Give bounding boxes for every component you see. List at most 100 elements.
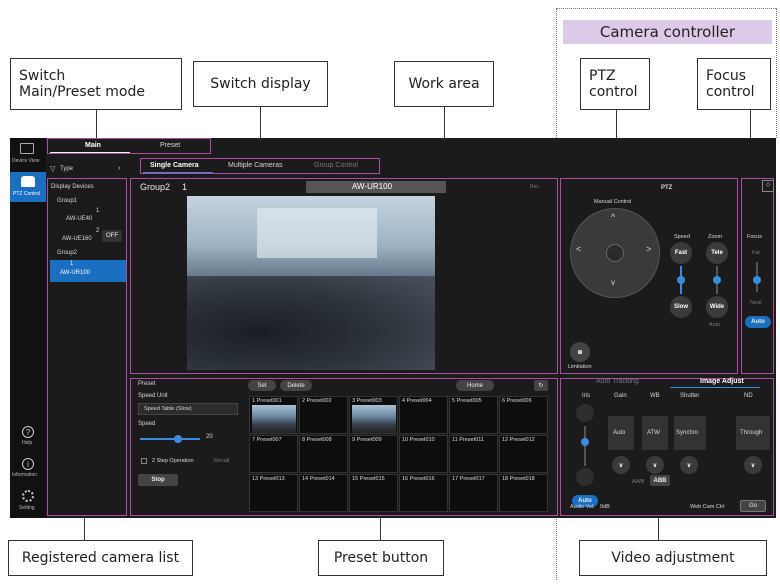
setting-nav[interactable]: Setting	[10, 488, 46, 516]
awb-label[interactable]: AWB	[632, 479, 644, 485]
preset-slot-11[interactable]: 11 Preset011	[449, 435, 498, 473]
two-step-checkbox[interactable]	[141, 458, 147, 464]
home-button[interactable]: Home	[456, 380, 494, 391]
chevron-up-icon[interactable]: ^	[611, 212, 615, 222]
speed-table-value: Speed Table (Slow)	[144, 406, 192, 412]
preset-slot-6[interactable]: 6 Preset006	[499, 396, 548, 434]
preset-slot-2[interactable]: 2 Preset002	[299, 396, 348, 434]
speed-slider-track[interactable]	[140, 438, 200, 440]
go-button[interactable]: Go	[740, 500, 766, 512]
tab-auto-tracking[interactable]: Auto Tracking	[596, 378, 639, 385]
limitation-button[interactable]: ⊕	[570, 342, 590, 362]
fast-button[interactable]: Fast	[670, 242, 692, 264]
wide-button[interactable]: Wide	[706, 296, 728, 318]
abb-button[interactable]: ABB	[650, 475, 670, 486]
preset-slot-7[interactable]: 7 Preset007	[249, 435, 298, 473]
callout-ptz-control: PTZ control	[580, 58, 650, 110]
refresh-button[interactable]: ↻	[534, 380, 548, 391]
shutter-down-button[interactable]: ∨	[680, 456, 698, 474]
collapse-icon[interactable]: ◇	[762, 180, 774, 192]
speed-header: Speed	[674, 234, 690, 240]
iris-slider[interactable]	[584, 426, 586, 466]
preset-slot-14[interactable]: 14 Preset014	[299, 474, 348, 512]
ptz-speed-knob[interactable]	[677, 276, 685, 284]
iris-down-button[interactable]	[576, 468, 594, 486]
iris-knob[interactable]	[581, 438, 589, 446]
stage-screen	[257, 208, 377, 258]
chevron-down-icon[interactable]: v	[611, 278, 615, 287]
tab-main[interactable]: Main	[85, 142, 101, 149]
tab-group-control[interactable]: Group Control	[314, 162, 358, 169]
iris-label: Iris	[582, 393, 590, 399]
chevron-left-icon[interactable]: <	[576, 244, 581, 254]
preset-slot-4[interactable]: 4 Preset004	[399, 396, 448, 434]
gain-down-button[interactable]: ∨	[612, 456, 630, 474]
preset-slot-10[interactable]: 10 Preset010	[399, 435, 448, 473]
help-nav[interactable]: ? Help	[10, 424, 46, 452]
filter-label[interactable]: Type	[60, 166, 73, 172]
stop-button[interactable]: Stop	[138, 474, 178, 486]
wb-down-button[interactable]: ∨	[646, 456, 664, 474]
preset-slot-15[interactable]: 15 Preset015	[349, 474, 398, 512]
callout-registered-list: Registered camera list	[8, 540, 193, 576]
app-screen: Device View PTZ Control ? Help i Informa…	[10, 138, 776, 518]
tab-single-camera[interactable]: Single Camera	[150, 162, 199, 169]
information-nav[interactable]: i Information	[10, 456, 46, 484]
focus-far-label: Far	[752, 250, 761, 256]
cam1-name[interactable]: AW-UE40	[66, 216, 92, 222]
work-camera-name: AW-UR100	[352, 182, 393, 191]
chevron-right-icon[interactable]: ›	[118, 165, 120, 172]
camera-live-image[interactable]	[187, 196, 435, 370]
cam2-num: 2	[96, 228, 100, 234]
controller-dotted-top	[556, 8, 776, 9]
nd-label: ND	[744, 393, 753, 399]
preset-slot-13[interactable]: 13 Preset013	[249, 474, 298, 512]
leader-mode	[96, 110, 97, 140]
preset-slot-label: 8 Preset008	[302, 437, 332, 443]
ptz-control-nav[interactable]: PTZ Control	[10, 172, 46, 202]
tab-main-underline	[50, 152, 130, 153]
tab-single-underline	[143, 172, 213, 173]
preset-slot-18[interactable]: 18 Preset018	[499, 474, 548, 512]
tab-image-adjust[interactable]: Image Adjust	[700, 378, 744, 385]
preset-slot-label: 6 Preset006	[502, 398, 532, 404]
preset-slot-label: 5 Preset005	[452, 398, 482, 404]
ptz-camera-icon	[21, 176, 35, 187]
preset-slot-3[interactable]: 3 Preset003	[349, 396, 398, 434]
group2-label[interactable]: Group2	[57, 250, 77, 256]
work-group-label: Group2	[140, 182, 171, 192]
zoom-knob[interactable]	[713, 276, 721, 284]
speed-slider-knob[interactable]	[174, 435, 182, 443]
wb-label: WB	[650, 393, 660, 399]
ptz-pad-center[interactable]	[606, 244, 624, 262]
group1-label[interactable]: Group1	[57, 198, 77, 204]
preset-slot-8[interactable]: 8 Preset008	[299, 435, 348, 473]
focus-auto-button[interactable]: Auto	[745, 316, 771, 328]
rec-label: Rec	[530, 184, 539, 190]
preset-slot-16[interactable]: 16 Preset016	[399, 474, 448, 512]
preset-thumbnail	[352, 405, 396, 433]
tele-button[interactable]: Tele	[706, 242, 728, 264]
device-view-nav[interactable]: Device View	[10, 140, 46, 170]
preset-slot-17[interactable]: 17 Preset017	[449, 474, 498, 512]
preset-slot-12[interactable]: 12 Preset012	[499, 435, 548, 473]
ptz-title: PTZ	[661, 185, 673, 191]
cam2-name[interactable]: AW-UE160	[62, 236, 92, 242]
iris-up-button[interactable]	[576, 404, 594, 422]
chevron-right-icon[interactable]: >	[646, 244, 651, 254]
slow-button[interactable]: Slow	[670, 296, 692, 318]
delete-button[interactable]: Delete	[280, 380, 312, 391]
focus-knob[interactable]	[753, 276, 761, 284]
image-adjust-underline	[670, 387, 760, 388]
set-button[interactable]: Set	[248, 380, 276, 391]
tab-preset[interactable]: Preset	[160, 142, 180, 149]
preset-slot-9[interactable]: 9 Preset009	[349, 435, 398, 473]
callout-video-adjustment: Video adjustment	[579, 540, 767, 576]
zoom-auto-label: Auto	[709, 322, 721, 328]
preset-slot-1[interactable]: 1 Preset001	[249, 396, 298, 434]
speed-unit-label: Speed Unit	[138, 393, 168, 399]
filter-icon[interactable]: ▽	[50, 165, 55, 173]
tab-multiple-cameras[interactable]: Multiple Cameras	[228, 162, 282, 169]
preset-slot-5[interactable]: 5 Preset005	[449, 396, 498, 434]
nd-down-button[interactable]: ∨	[744, 456, 762, 474]
